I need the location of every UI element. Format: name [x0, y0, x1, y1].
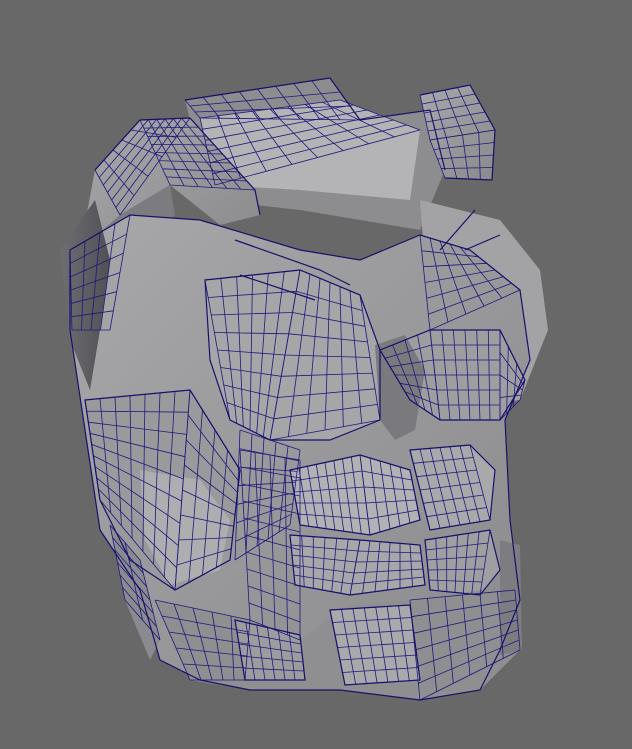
3d-viewport[interactable]: [0, 0, 632, 749]
armor-mesh-render: [60, 77, 548, 701]
